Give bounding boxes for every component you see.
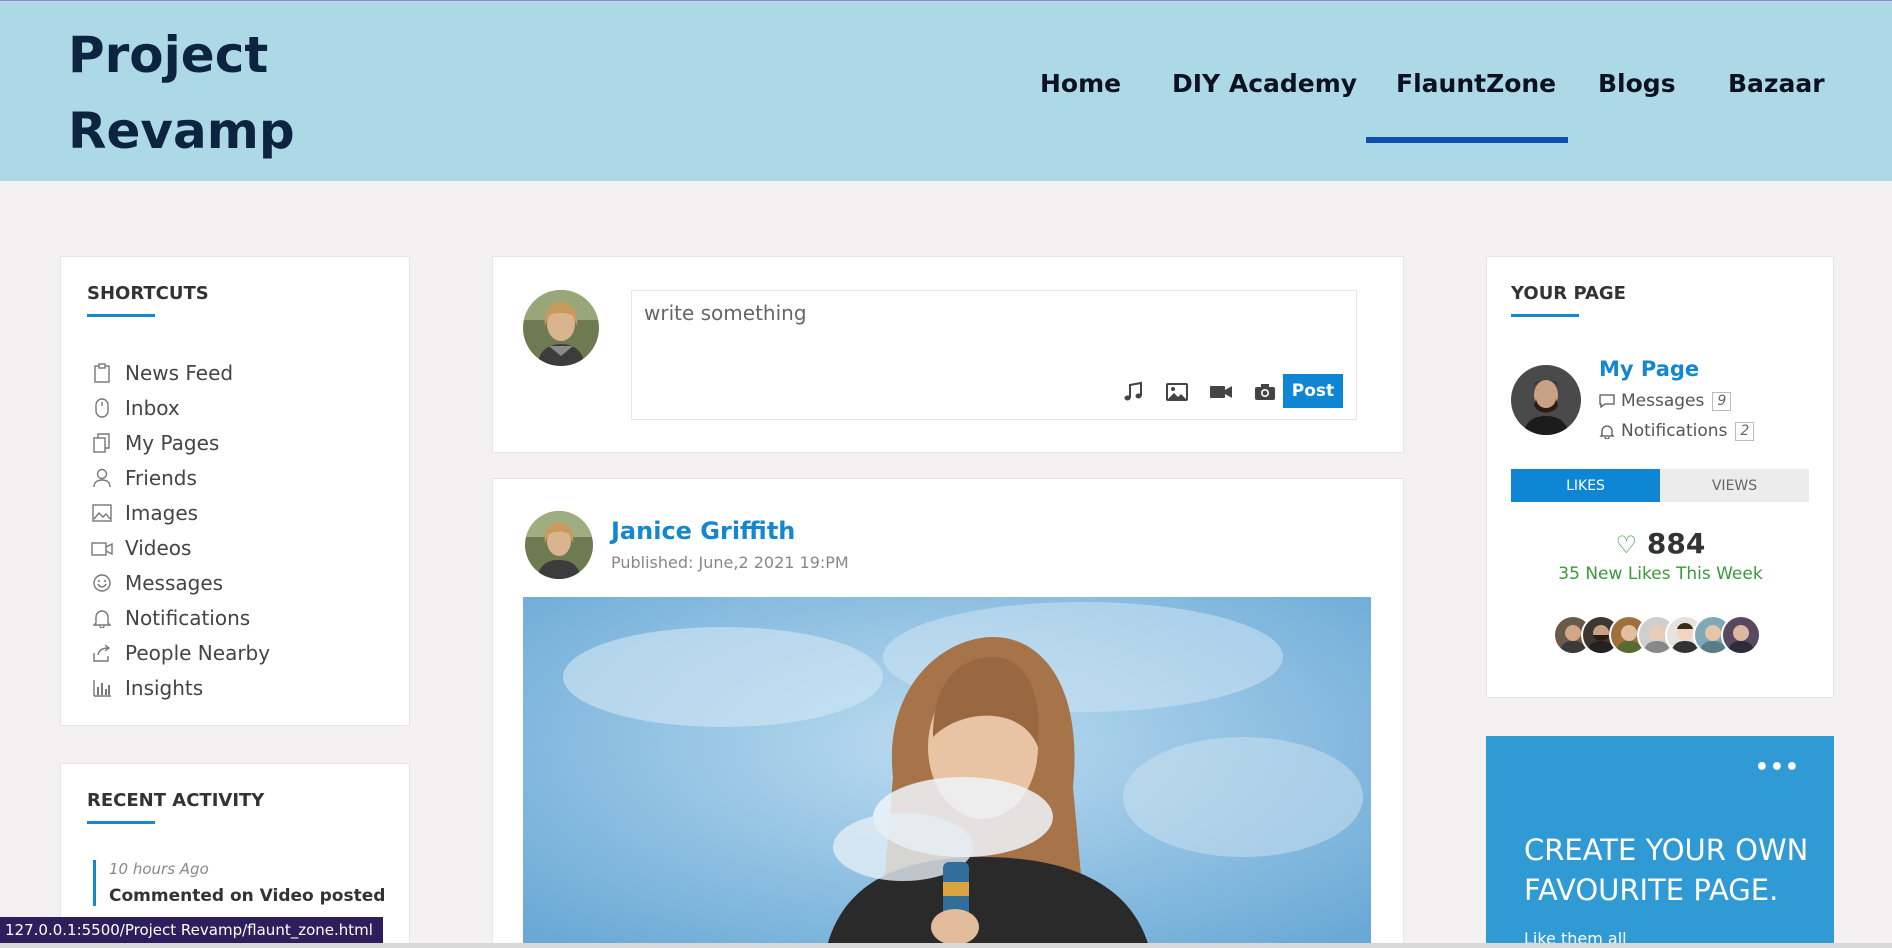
more-options-icon[interactable]: •••: [1755, 757, 1800, 779]
user-icon: [91, 467, 113, 489]
notifications-count-badge: 2: [1735, 421, 1755, 441]
recent-activity-title: RECENT ACTIVITY: [87, 790, 265, 811]
page-messages[interactable]: Messages 9: [1599, 391, 1732, 411]
shortcut-news-feed[interactable]: News Feed: [91, 355, 270, 390]
shortcut-label: Friends: [125, 465, 197, 490]
image-icon[interactable]: [1164, 381, 1190, 403]
composer-avatar: [523, 290, 599, 366]
likes-total: ♡ 884: [1487, 527, 1834, 560]
music-icon[interactable]: [1120, 381, 1146, 403]
post-button[interactable]: Post: [1283, 374, 1343, 408]
shortcut-label: Images: [125, 500, 199, 525]
page-name[interactable]: My Page: [1599, 357, 1699, 381]
shortcut-my-pages[interactable]: My Pages: [91, 425, 270, 460]
smiley-chat-icon: [91, 572, 113, 594]
cta-title-line-1: CREATE YOUR OWN: [1524, 833, 1809, 867]
page-notifications[interactable]: Notifications 2: [1599, 421, 1755, 441]
cta-title: CREATE YOUR OWN FAVOURITE PAGE.: [1524, 830, 1808, 910]
stats-tabs: LIKES VIEWS: [1511, 469, 1809, 502]
bell-icon: [91, 607, 113, 629]
heart-icon: ♡: [1615, 531, 1638, 559]
bell-icon: [1599, 423, 1615, 439]
page-avatar[interactable]: [1511, 365, 1581, 435]
notifications-label: Notifications: [1621, 421, 1728, 441]
shortcut-label: Inbox: [125, 395, 180, 420]
shortcut-label: Videos: [125, 535, 192, 560]
main-nav: Home DIY Academy FlauntZone Blogs Bazaar: [1000, 69, 1860, 149]
likes-count: 884: [1646, 527, 1706, 560]
composer-box: Post: [631, 290, 1357, 420]
video-camera-icon: [91, 537, 113, 559]
title-underline: [87, 314, 155, 317]
liker-avatar[interactable]: [1721, 615, 1761, 655]
brand-logo[interactable]: Project Revamp: [68, 17, 295, 169]
bottom-strip: [0, 943, 1892, 948]
shortcut-label: People Nearby: [125, 640, 271, 665]
shortcut-insights[interactable]: Insights: [91, 670, 270, 705]
nav-active-indicator: [1366, 137, 1568, 143]
share-icon: [91, 642, 113, 664]
shortcuts-card: SHORTCUTS News Feed Inbox My Pages Frien…: [60, 256, 410, 726]
post-published-date: Published: June,2 2021 19:PM: [611, 553, 849, 572]
likes-this-week: 35 New Likes This Week: [1558, 564, 1763, 584]
composer-card: Post: [492, 256, 1404, 453]
shortcut-messages[interactable]: Messages: [91, 565, 270, 600]
create-page-cta[interactable]: ••• CREATE YOUR OWN FAVOURITE PAGE. Like…: [1486, 736, 1834, 948]
nav-blogs[interactable]: Blogs: [1598, 69, 1676, 98]
shortcut-inbox[interactable]: Inbox: [91, 390, 270, 425]
site-header: Project Revamp Home DIY Academy FlauntZo…: [0, 0, 1892, 181]
title-underline: [87, 821, 155, 824]
your-page-title: YOUR PAGE: [1511, 283, 1626, 304]
post-author-avatar[interactable]: [525, 511, 593, 579]
image-icon: [91, 502, 113, 524]
title-underline: [1511, 314, 1579, 317]
clipboard-icon: [91, 362, 113, 384]
shortcut-label: News Feed: [125, 360, 234, 385]
shortcuts-title: SHORTCUTS: [87, 283, 209, 304]
post-card: Janice Griffith Published: June,2 2021 1…: [492, 478, 1404, 948]
shortcut-notifications[interactable]: Notifications: [91, 600, 270, 635]
shortcut-label: My Pages: [125, 430, 220, 455]
brand-line-1: Project: [68, 26, 269, 84]
mouse-icon: [91, 397, 113, 419]
messages-count-badge: 9: [1712, 391, 1732, 411]
shortcut-people-nearby[interactable]: People Nearby: [91, 635, 270, 670]
activity-item[interactable]: 10 hours Ago Commented on Video posted: [93, 860, 385, 906]
shortcut-label: Notifications: [125, 605, 251, 630]
shortcut-images[interactable]: Images: [91, 495, 270, 530]
cta-title-line-2: FAVOURITE PAGE.: [1524, 873, 1779, 907]
chat-icon: [1599, 393, 1615, 409]
nav-bazaar[interactable]: Bazaar: [1728, 69, 1825, 98]
your-page-card: YOUR PAGE My Page Messages 9 Notificatio…: [1486, 256, 1834, 698]
bar-chart-icon: [91, 677, 113, 699]
shortcut-friends[interactable]: Friends: [91, 460, 270, 495]
shortcut-label: Insights: [125, 675, 204, 700]
composer-input[interactable]: [644, 301, 1334, 325]
copy-pages-icon: [91, 432, 113, 454]
messages-label: Messages: [1621, 391, 1705, 411]
nav-flauntzone[interactable]: FlauntZone: [1396, 69, 1556, 98]
video-icon[interactable]: [1208, 381, 1234, 403]
post-author-name[interactable]: Janice Griffith: [611, 517, 795, 545]
nav-diy-academy[interactable]: DIY Academy: [1172, 69, 1357, 98]
brand-line-2: Revamp: [68, 102, 295, 160]
tab-likes[interactable]: LIKES: [1511, 469, 1660, 502]
shortcut-label: Messages: [125, 570, 224, 595]
shortcuts-list: News Feed Inbox My Pages Friends Images …: [91, 355, 270, 705]
post-image[interactable]: [523, 597, 1371, 948]
shortcut-videos[interactable]: Videos: [91, 530, 270, 565]
nav-home[interactable]: Home: [1040, 69, 1121, 98]
activity-text: Commented on Video posted: [109, 886, 386, 906]
camera-icon[interactable]: [1252, 381, 1278, 403]
tab-views[interactable]: VIEWS: [1660, 469, 1809, 502]
browser-status-url: 127.0.0.1:5500/Project Revamp/flaunt_zon…: [0, 917, 383, 943]
activity-time: 10 hours Ago: [109, 860, 209, 878]
